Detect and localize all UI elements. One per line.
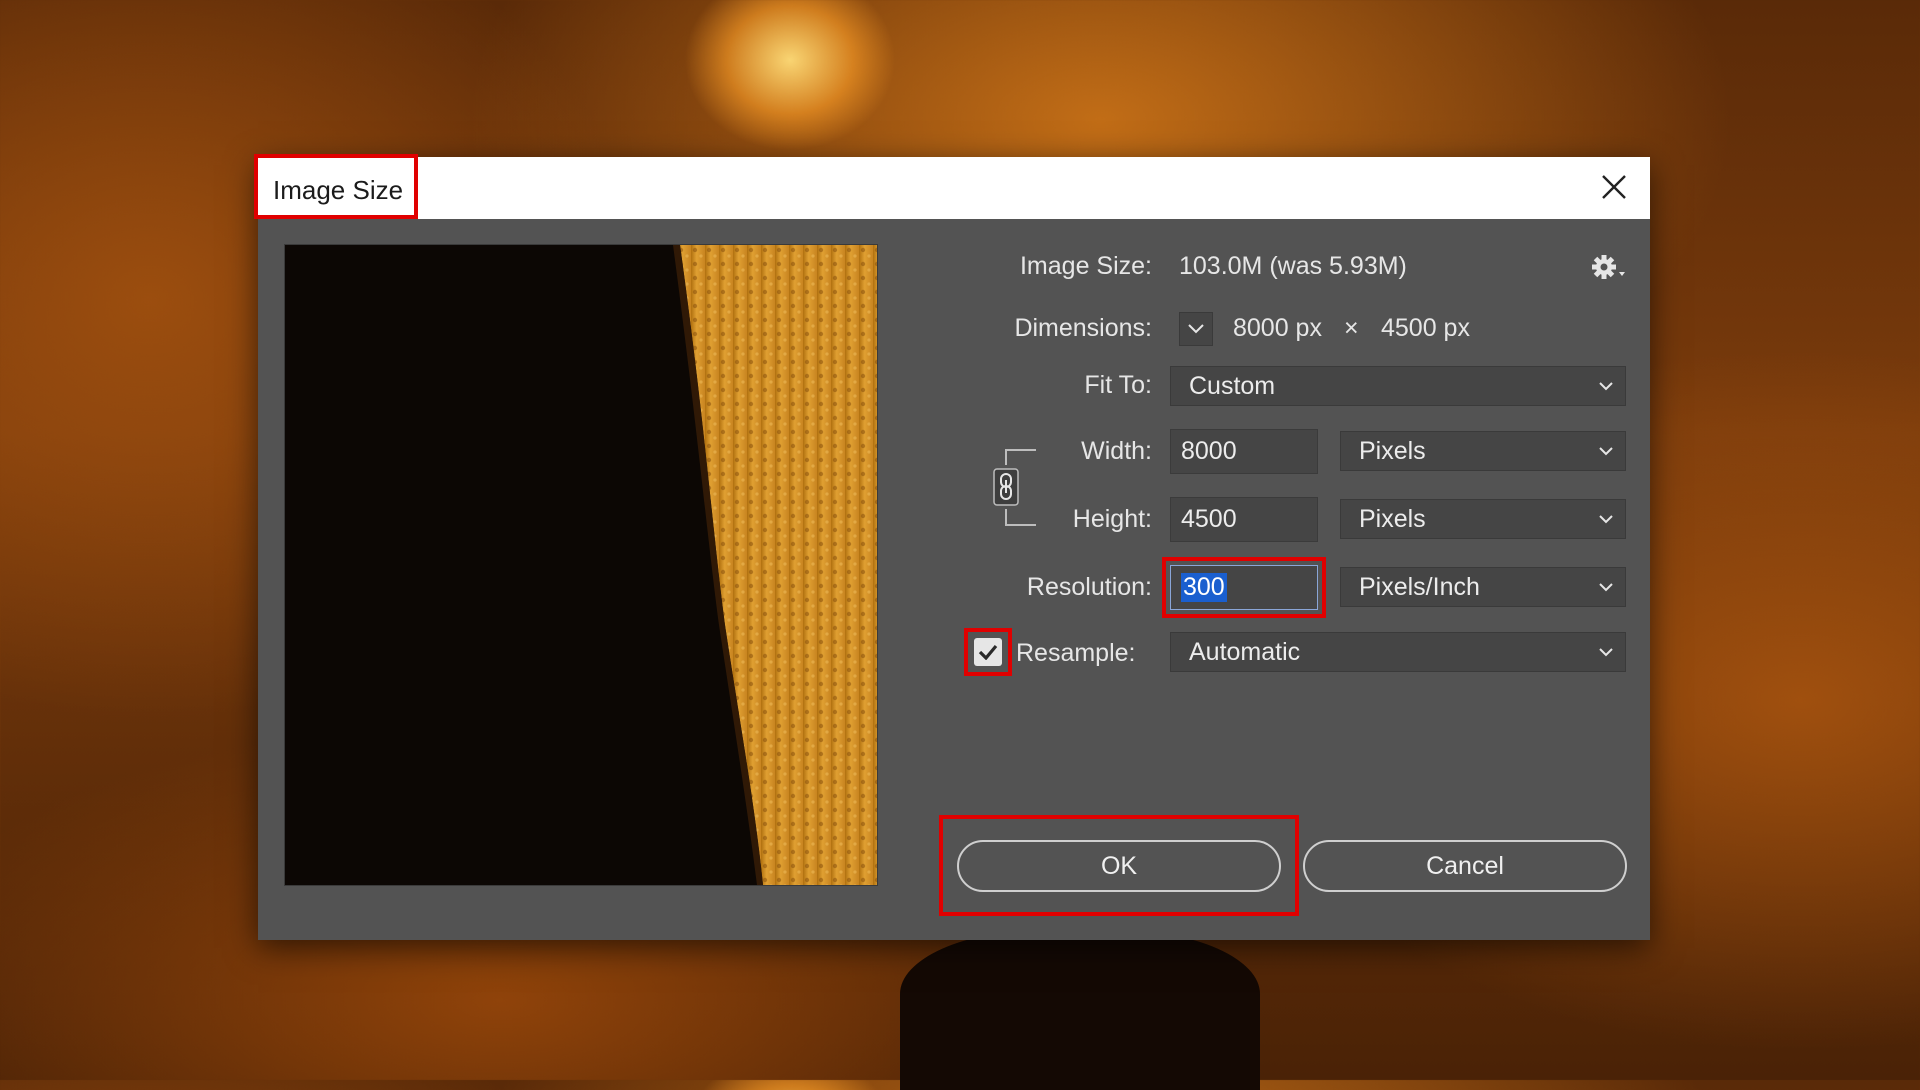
title-highlight-box	[254, 154, 418, 219]
height-label: Height:	[1072, 505, 1152, 533]
chevron-down-icon	[1188, 324, 1204, 334]
height-unit-value: Pixels	[1359, 504, 1426, 533]
resample-select[interactable]: Automatic	[1170, 632, 1626, 672]
ok-highlight-box	[939, 815, 1299, 916]
width-label: Width:	[1081, 437, 1152, 465]
height-value: 4500	[1181, 505, 1237, 533]
width-unit-value: Pixels	[1359, 436, 1426, 465]
resample-highlight-box	[964, 628, 1012, 676]
cancel-button-label: Cancel	[1426, 851, 1504, 880]
image-preview[interactable]	[284, 244, 878, 886]
resample-value: Automatic	[1189, 637, 1301, 666]
width-unit-select[interactable]: Pixels	[1340, 431, 1626, 471]
resolution-unit-value: Pixels/Inch	[1359, 572, 1480, 601]
chevron-down-icon	[1599, 583, 1613, 592]
preview-image	[285, 245, 877, 885]
dimensions-height: 4500 px	[1381, 314, 1470, 342]
image-size-dialog: Image Size Image Size: 103.0M (was 5.93M…	[254, 154, 1650, 940]
image-size-label: Image Size:	[1019, 252, 1152, 280]
resolution-label: Resolution:	[1026, 573, 1152, 601]
chevron-down-icon	[1599, 382, 1613, 391]
resolution-unit-select[interactable]: Pixels/Inch	[1340, 567, 1626, 607]
fit-to-value: Custom	[1189, 371, 1276, 400]
resample-label: Resample:	[1016, 639, 1136, 667]
cancel-button[interactable]: Cancel	[1303, 840, 1627, 892]
close-button[interactable]	[1594, 167, 1634, 207]
fit-to-label: Fit To:	[1084, 371, 1152, 399]
fit-to-select[interactable]: Custom	[1170, 366, 1626, 406]
dimensions-dropdown[interactable]	[1179, 312, 1213, 346]
dimensions-width: 8000 px	[1233, 314, 1322, 342]
chevron-down-icon	[1599, 648, 1613, 657]
image-size-value: 103.0M (was 5.93M)	[1179, 252, 1407, 280]
chevron-down-icon	[1599, 515, 1613, 524]
close-icon	[1602, 175, 1626, 199]
resolution-highlight-box	[1162, 557, 1326, 618]
height-unit-select[interactable]: Pixels	[1340, 499, 1626, 539]
dimensions-label: Dimensions:	[1014, 314, 1152, 342]
chevron-down-icon	[1599, 447, 1613, 456]
width-input[interactable]: 8000	[1170, 429, 1318, 474]
title-bar: Image Size	[254, 154, 1650, 219]
dimensions-separator: ×	[1344, 314, 1359, 342]
height-input[interactable]: 4500	[1170, 497, 1318, 542]
width-value: 8000	[1181, 437, 1237, 465]
background-silhouette	[900, 930, 1260, 1090]
gear-icon[interactable]	[1588, 250, 1628, 284]
